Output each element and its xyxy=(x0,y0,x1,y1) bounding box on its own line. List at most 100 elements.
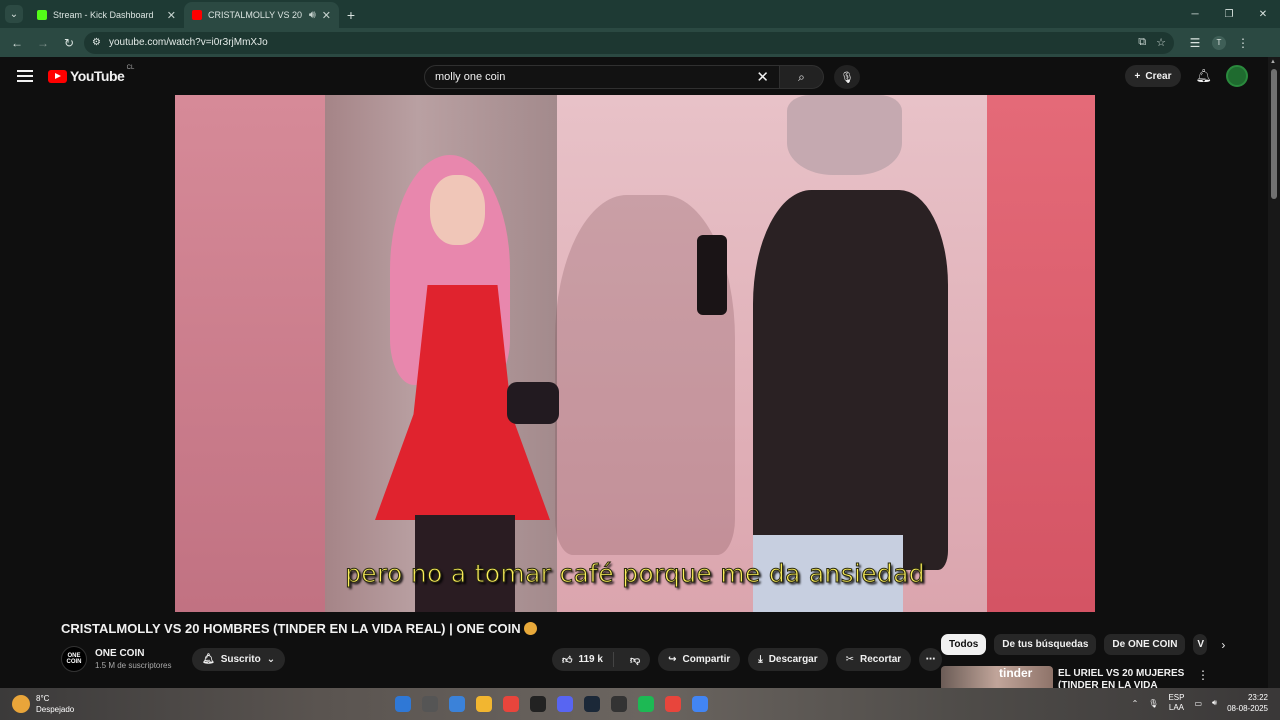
discord-icon[interactable] xyxy=(557,696,573,712)
tab-title: CRISTALMOLLY VS 20 HOMBRES xyxy=(208,10,303,20)
site-info-icon[interactable]: ⚙ xyxy=(92,37,101,48)
scroll-up-icon[interactable]: ▲ xyxy=(1270,59,1276,65)
account-avatar[interactable] xyxy=(1226,65,1248,87)
chrome-icon[interactable] xyxy=(503,696,519,712)
temperature: 8°C xyxy=(36,694,50,703)
channel-name[interactable]: ONE COIN xyxy=(95,648,171,659)
like-count: 119 k xyxy=(578,654,603,665)
scissors-icon: ✂ xyxy=(845,654,855,665)
chip-all[interactable]: Todos xyxy=(941,634,987,655)
more-actions-button[interactable]: ⋯ xyxy=(919,648,943,671)
weather-moon-icon xyxy=(12,695,30,713)
clock-time: 23:22 xyxy=(1247,693,1268,702)
widgets-icon[interactable] xyxy=(449,696,465,712)
page-scrollbar[interactable]: ▲ xyxy=(1268,57,1280,688)
lang-top: ESP xyxy=(1168,693,1185,702)
network-icon[interactable]: ▭ xyxy=(1194,699,1202,708)
steam-icon[interactable] xyxy=(584,696,600,712)
notifications-bell-icon[interactable]: 🔔︎ xyxy=(1195,68,1212,84)
download-label: Descargar xyxy=(768,654,818,665)
video-actions: 👍︎ 119 k 👎︎ ↪ Compartir ⤓ Descargar ✂ Re… xyxy=(552,648,943,671)
recommended-title[interactable]: EL URIEL VS 20 MUJERES (TINDER EN LA VID… xyxy=(1058,668,1188,688)
chip-from-channel[interactable]: De ONE COIN xyxy=(1104,634,1186,655)
address-toolbar: ← → ↻ ⚙ youtube.com/watch?v=i0r3rjMmXJo … xyxy=(0,28,1280,57)
new-tab-button[interactable]: + xyxy=(339,2,363,28)
tab-youtube-video[interactable]: CRISTALMOLLY VS 20 HOMBRES 🔊︎ ✕ xyxy=(184,2,339,28)
chip-more[interactable]: V xyxy=(1193,634,1208,655)
search-button[interactable]: ⌕ xyxy=(780,65,824,89)
browser-menu-icon[interactable]: ⋮ xyxy=(1232,32,1254,54)
bookmark-star-icon[interactable]: ☆ xyxy=(1156,36,1166,49)
video-title: CRISTALMOLLY VS 20 HOMBRES (TINDER EN LA… xyxy=(61,621,537,636)
related-filter-chips: Todos De tus búsquedas De ONE COIN V › xyxy=(941,634,1225,655)
download-button[interactable]: ⤓ Descargar xyxy=(748,648,828,671)
video-player[interactable]: pero no a tomar café porque me da ansied… xyxy=(175,95,1095,612)
chrome-profile-icon[interactable] xyxy=(665,696,681,712)
weather-widget[interactable]: 8°C Despejado xyxy=(12,693,74,715)
microphone-tray-icon[interactable]: 🎙︎ xyxy=(1148,699,1158,708)
close-tab-icon[interactable]: ✕ xyxy=(322,9,331,22)
os-taskbar: 8°C Despejado ⌃ 🎙︎ ESP LAA ▭ 🔊︎ 23:22 08… xyxy=(0,688,1280,720)
minimize-icon[interactable]: ─ xyxy=(1178,9,1212,20)
start-icon[interactable] xyxy=(395,696,411,712)
arrow-right-icon: → xyxy=(37,35,49,50)
close-tab-icon[interactable]: ✕ xyxy=(167,9,176,22)
chrome-alt-icon[interactable] xyxy=(692,696,708,712)
clear-search-icon[interactable]: ✕ xyxy=(756,68,769,86)
search-query: molly one coin xyxy=(435,71,506,83)
create-button[interactable]: + Crear xyxy=(1124,65,1182,87)
video-frame-camera xyxy=(697,235,727,315)
search-input[interactable]: molly one coin ✕ xyxy=(424,65,780,89)
channel-avatar[interactable]: ONE COIN xyxy=(61,646,87,672)
volume-icon[interactable]: 🔊︎ xyxy=(1212,698,1217,708)
back-button[interactable]: ← xyxy=(6,32,28,54)
taskbar-apps xyxy=(395,696,708,712)
youtube-logo[interactable]: YouTube CL xyxy=(48,65,134,84)
recommended-thumbnail[interactable]: tinder xyxy=(941,666,1053,688)
thumbnail-text: tinder xyxy=(999,666,1033,680)
clip-button[interactable]: ✂ Recortar xyxy=(835,648,912,671)
window-controls: ─ ❐ ✕ xyxy=(1178,0,1280,28)
chevron-up-icon[interactable]: ⌃ xyxy=(1132,699,1139,708)
tab-kick-dashboard[interactable]: Stream - Kick Dashboard ✕ xyxy=(29,2,184,28)
tab-search-button[interactable]: ⌄ xyxy=(5,5,23,23)
system-clock[interactable]: 23:22 08-08-2025 xyxy=(1227,692,1268,714)
language-indicator[interactable]: ESP LAA xyxy=(1168,693,1184,713)
share-label: Compartir xyxy=(682,654,731,665)
cast-icon[interactable]: ⧉ xyxy=(1138,36,1146,49)
close-window-icon[interactable]: ✕ xyxy=(1246,9,1280,20)
epic-games-icon[interactable] xyxy=(530,696,546,712)
guide-menu-icon[interactable] xyxy=(17,70,33,82)
chevron-down-icon: ⌄ xyxy=(9,8,19,20)
video-frame-microphone-cube xyxy=(507,382,559,424)
chevron-right-icon[interactable]: › xyxy=(1221,638,1225,652)
download-icon: ⤓ xyxy=(758,654,763,665)
url-bar[interactable]: ⚙ youtube.com/watch?v=i0r3rjMmXJo ⧉ ☆ xyxy=(84,31,1174,54)
voice-search-button[interactable]: 🎙︎ xyxy=(834,65,860,89)
bell-icon: 🔔︎ xyxy=(202,654,215,665)
obs-icon[interactable] xyxy=(611,696,627,712)
tab-groups-icon[interactable]: ☰ xyxy=(1184,32,1206,54)
tab-title: Stream - Kick Dashboard xyxy=(53,10,154,20)
clock-date: 08-08-2025 xyxy=(1227,704,1268,713)
spotify-icon[interactable] xyxy=(638,696,654,712)
restore-icon[interactable]: ❐ xyxy=(1212,9,1246,20)
reload-icon: ↻ xyxy=(63,35,75,50)
scrollbar-thumb[interactable] xyxy=(1271,69,1277,199)
search-bar: molly one coin ✕ ⌕ xyxy=(424,65,824,89)
profile-avatar[interactable]: T xyxy=(1212,35,1226,50)
file-explorer-icon[interactable] xyxy=(476,696,492,712)
video-frame-woman-face xyxy=(430,175,485,245)
dislike-button[interactable]: 👎︎ xyxy=(620,654,650,666)
subscribed-button[interactable]: 🔔︎ Suscrito ⌄ xyxy=(192,648,286,671)
forward-button[interactable]: → xyxy=(32,32,54,54)
like-button[interactable]: 👍︎ 119 k xyxy=(552,652,614,667)
more-vertical-icon[interactable]: ⋮ xyxy=(1197,668,1209,682)
speaker-icon[interactable]: 🔊︎ xyxy=(309,9,316,22)
search-taskbar-icon[interactable] xyxy=(422,696,438,712)
reload-button[interactable]: ↻ xyxy=(58,32,80,54)
thumbs-up-icon: 👍︎ xyxy=(562,654,573,666)
share-button[interactable]: ↪ Compartir xyxy=(658,648,741,671)
recommended-video[interactable]: tinder EL URIEL VS 20 MUJERES (TINDER EN… xyxy=(941,666,1261,688)
chip-from-searches[interactable]: De tus búsquedas xyxy=(994,634,1097,655)
